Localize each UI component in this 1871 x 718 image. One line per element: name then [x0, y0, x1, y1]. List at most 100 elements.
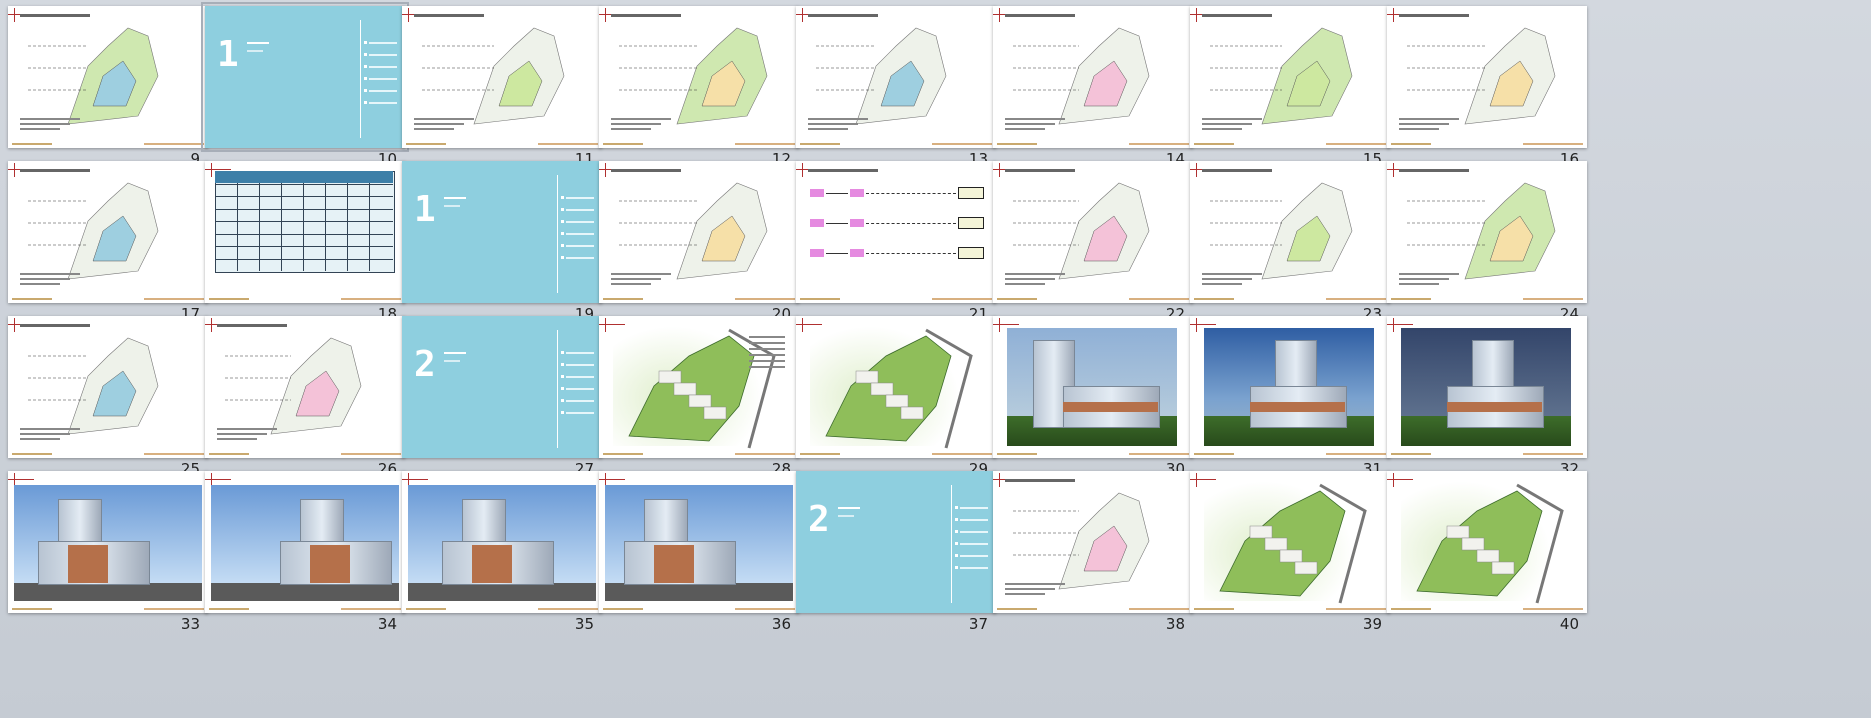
slide-thumbnail[interactable]	[599, 316, 799, 458]
text-line	[217, 428, 277, 430]
text-line	[1202, 283, 1242, 285]
table-col-line	[303, 171, 304, 271]
slide-number: 33	[180, 615, 200, 633]
flow-target	[958, 217, 984, 229]
slide-thumbnail-cell: 30	[985, 310, 1193, 485]
slide-thumbnail[interactable]	[1190, 471, 1390, 613]
slide-thumbnail-cell: 23	[1182, 155, 1390, 330]
agenda-item	[960, 531, 988, 533]
agenda-bullet	[561, 375, 564, 378]
text-line	[1005, 118, 1065, 120]
agenda-bullet	[364, 101, 367, 104]
slide-thumbnail[interactable]	[8, 316, 208, 458]
slide-thumbnail-cell: 28	[591, 310, 799, 485]
podium-facade	[310, 545, 350, 583]
slide-thumbnail[interactable]	[993, 316, 1193, 458]
flow-node	[810, 189, 824, 197]
slide-thumbnail-cell: 26	[197, 310, 405, 485]
slide-thumbnail[interactable]	[8, 471, 208, 613]
corner-mark	[402, 479, 428, 480]
slide-thumbnail[interactable]	[402, 471, 602, 613]
slide-thumbnail[interactable]	[1190, 161, 1390, 303]
slide-thumbnail[interactable]	[993, 6, 1193, 148]
text-line	[1202, 123, 1252, 125]
footer-line	[1129, 453, 1189, 455]
footer-line	[1391, 453, 1431, 455]
text-line	[414, 118, 474, 120]
slide-thumbnail[interactable]: 2	[796, 471, 996, 613]
agenda-bullet	[955, 554, 958, 557]
slide-thumbnail[interactable]	[1387, 161, 1587, 303]
slide-thumbnail[interactable]	[402, 6, 602, 148]
text-line	[1399, 273, 1459, 275]
slide-thumbnail-cell: 16	[1379, 0, 1587, 175]
slide-thumbnail[interactable]	[1190, 316, 1390, 458]
section-number: 1	[414, 189, 436, 230]
slide-thumbnail-cell: 14	[985, 0, 1193, 175]
agenda-bullet	[955, 566, 958, 569]
slide-thumbnail[interactable]	[993, 471, 1193, 613]
flow-target	[958, 247, 984, 259]
text-line	[611, 278, 661, 280]
text-line	[1005, 128, 1045, 130]
slide-thumbnail[interactable]	[599, 6, 799, 148]
slide-thumbnail[interactable]	[599, 161, 799, 303]
slide-thumbnail[interactable]	[796, 6, 996, 148]
slide-thumbnail[interactable]	[796, 316, 996, 458]
table-row-line	[215, 221, 393, 222]
agenda-bullet	[561, 351, 564, 354]
slide-thumbnail[interactable]	[796, 161, 996, 303]
slide-thumbnail[interactable]	[205, 316, 405, 458]
slide-thumbnail-cell: 34	[197, 465, 405, 640]
elevation-ground	[408, 583, 596, 601]
section-title-text	[838, 507, 860, 509]
slide-thumbnail[interactable]: 1	[201, 2, 409, 152]
slide-thumbnail-cell: 20	[591, 155, 799, 330]
slide-thumbnail-cell: 2 27	[394, 310, 602, 485]
agenda-item	[960, 507, 988, 509]
text-line	[20, 123, 70, 125]
site-plan-drawing	[1407, 182, 1556, 280]
text-line	[1005, 123, 1055, 125]
agenda-item	[960, 555, 988, 557]
slide-thumbnail[interactable]	[8, 6, 208, 148]
section-number: 2	[808, 499, 830, 540]
site-plan-drawing	[619, 27, 768, 125]
table-row-line	[215, 196, 393, 197]
slide-thumbnail[interactable]: 1	[402, 161, 602, 303]
slide-thumbnail[interactable]	[1387, 471, 1587, 613]
building-block	[1249, 525, 1273, 539]
slide-number: 35	[574, 615, 594, 633]
divider-line	[557, 330, 558, 448]
footer-line	[12, 608, 52, 610]
flow-arrow	[866, 223, 956, 225]
text-line	[749, 348, 785, 350]
corner-mark	[211, 163, 212, 177]
slide-thumbnail[interactable]: 2	[402, 316, 602, 458]
corner-mark	[1387, 324, 1413, 325]
slide-thumbnail[interactable]	[8, 161, 208, 303]
flow-arrow	[866, 253, 956, 255]
slide-thumbnail-cell: 15	[1182, 0, 1390, 175]
table-col-line	[369, 171, 370, 271]
agenda-bullet	[561, 411, 564, 414]
agenda-item	[369, 90, 397, 92]
text-line	[20, 118, 80, 120]
corner-mark	[1196, 318, 1197, 332]
slide-thumbnail[interactable]	[205, 471, 405, 613]
site-plan-drawing	[28, 27, 159, 125]
slide-thumbnail[interactable]	[1190, 6, 1390, 148]
slide-thumbnail-cell: 18	[197, 155, 405, 330]
slide-thumbnail[interactable]	[599, 471, 799, 613]
flow-arrow	[826, 253, 848, 254]
text-line	[20, 438, 60, 440]
slide-thumbnail[interactable]	[205, 161, 405, 303]
slide-thumbnail[interactable]	[993, 161, 1193, 303]
agenda-item	[566, 412, 594, 414]
agenda-bullet	[364, 89, 367, 92]
text-line	[1202, 278, 1252, 280]
site-plan-drawing	[1210, 182, 1353, 280]
slide-thumbnail[interactable]	[1387, 6, 1587, 148]
slide-thumbnail[interactable]	[1387, 316, 1587, 458]
slide-thumbnail-cell: 36	[591, 465, 799, 640]
